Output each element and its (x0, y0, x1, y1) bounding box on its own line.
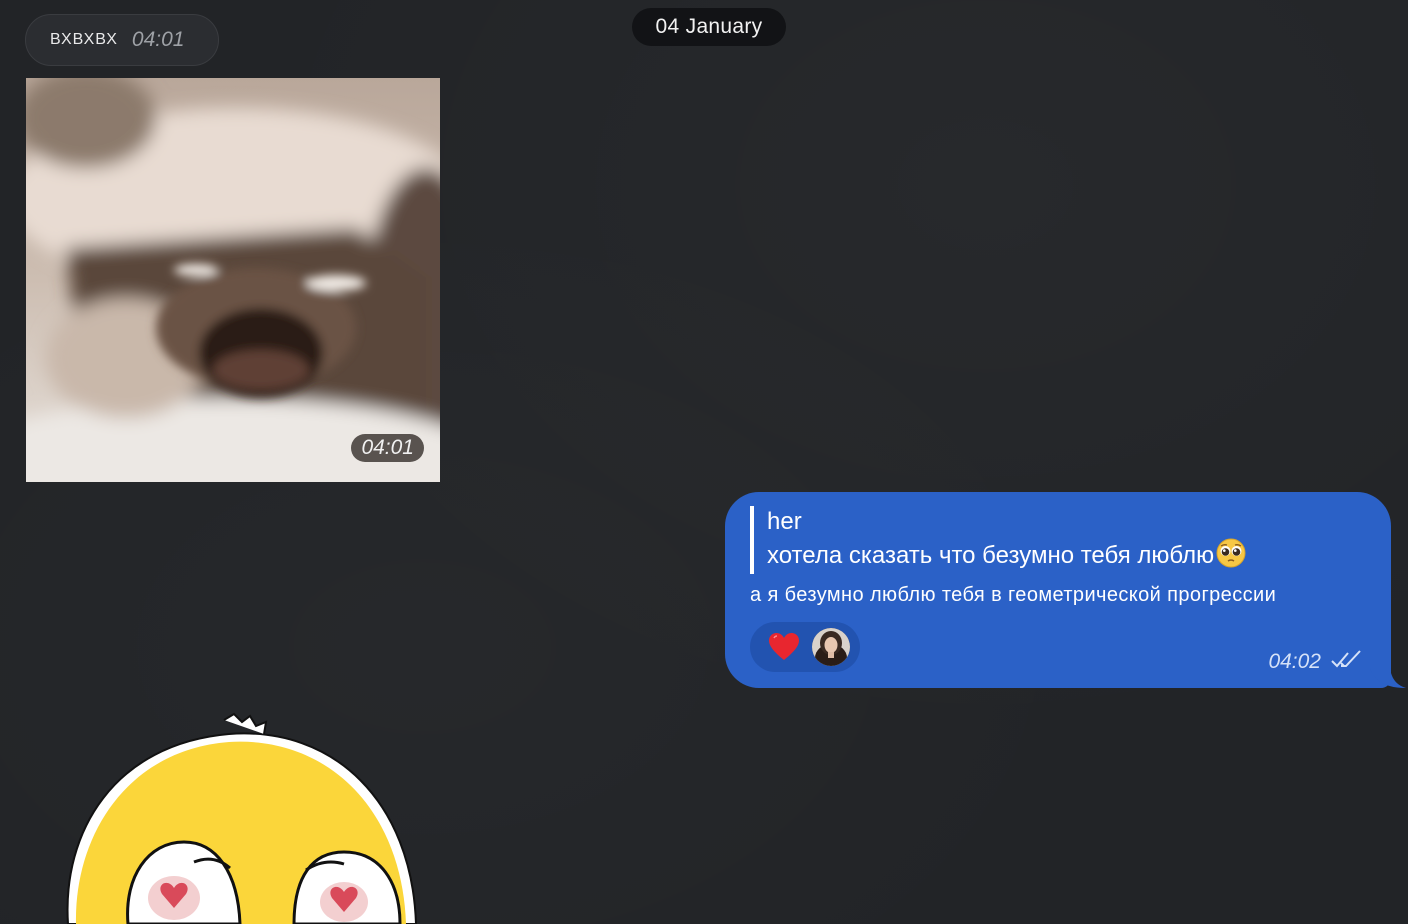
double-check-icon (1331, 650, 1361, 668)
quote-text: хотела сказать что безумно тебя люблю (767, 542, 1215, 569)
photo-time: 04:01 (351, 434, 424, 462)
chat-area: 04 January ВХВХВХ 04:01 04:01 her хотела… (0, 0, 1408, 924)
incoming-sender-header[interactable]: ВХВХВХ 04:01 (25, 14, 219, 66)
avatar-image (812, 628, 850, 666)
incoming-photo-message[interactable]: 04:01 (26, 78, 440, 482)
message-text: а я безумно люблю тебя в геометрической … (750, 584, 1277, 606)
red-heart-icon[interactable] (768, 632, 800, 662)
sticker-blushing-face[interactable] (44, 712, 424, 924)
date-label: 04 January (655, 15, 763, 38)
pleading-face-icon (1216, 538, 1246, 568)
sender-name[interactable]: ВХВХВХ (50, 31, 118, 49)
reply-quote[interactable]: her хотела сказать что безумно тебя любл… (750, 506, 1246, 574)
bubble-tail (1370, 668, 1406, 688)
sender-time: 04:01 (131, 28, 185, 51)
crying-face-photo (26, 78, 440, 482)
date-separator: 04 January (632, 8, 786, 46)
outgoing-message-bubble[interactable]: her хотела сказать что безумно тебя любл… (725, 492, 1391, 688)
reactions-bar[interactable] (750, 622, 860, 672)
quote-author: her (767, 508, 802, 535)
reactor-avatar[interactable] (812, 628, 850, 666)
message-time: 04:02 (1268, 650, 1321, 673)
quote-text-line: хотела сказать что безумно тебя люблю (767, 538, 1246, 573)
